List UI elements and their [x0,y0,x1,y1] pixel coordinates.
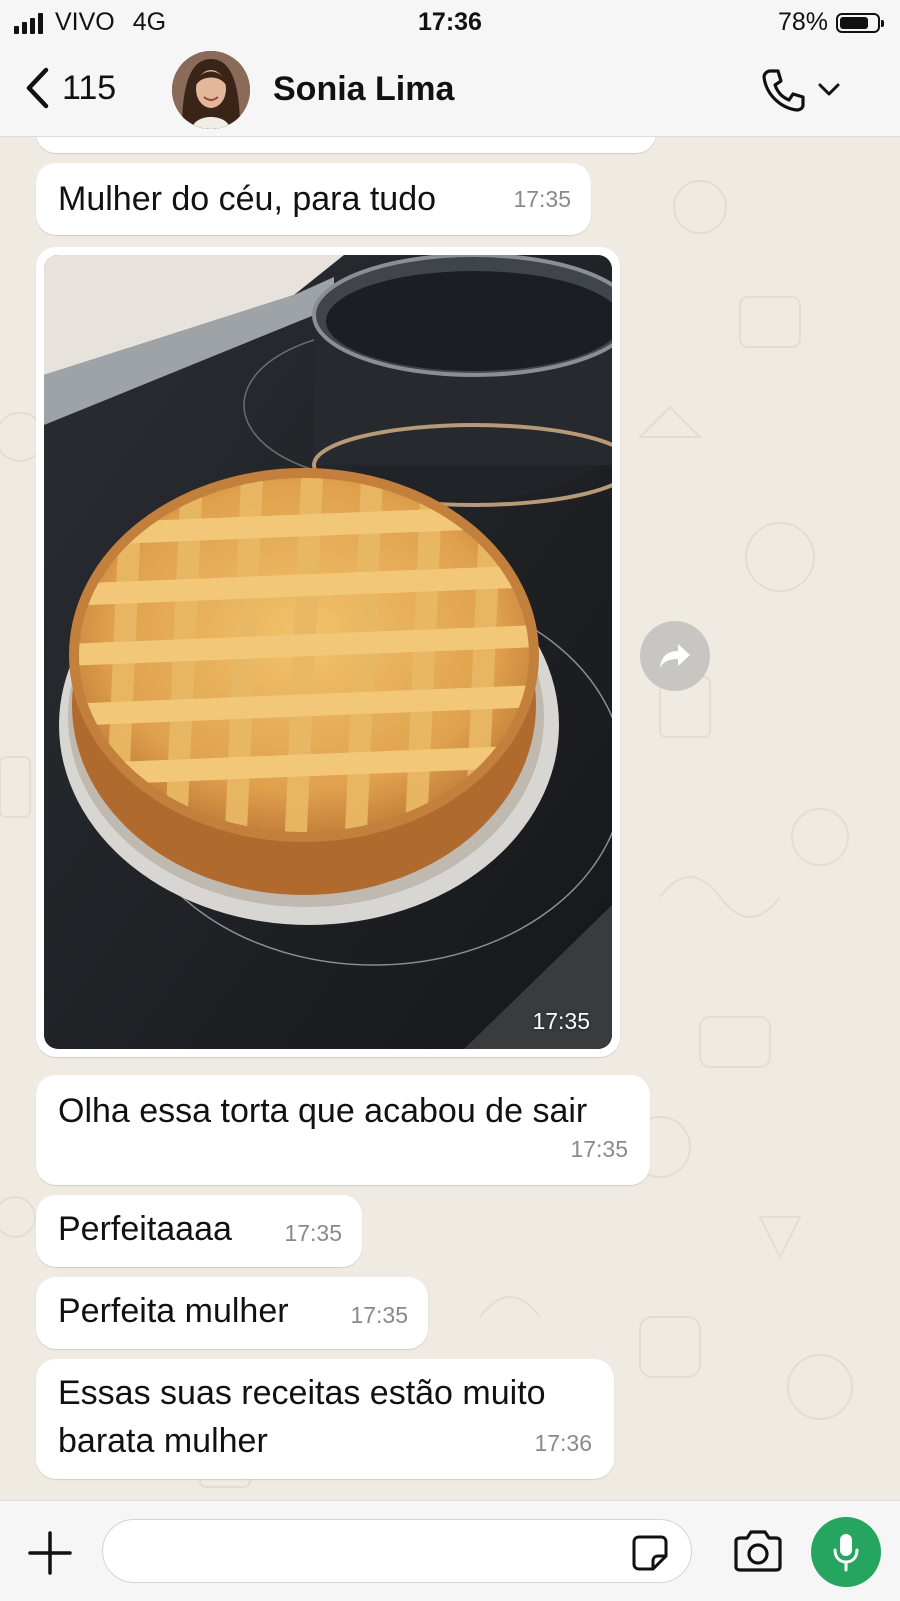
call-button[interactable] [760,66,840,114]
message-time: 17:35 [513,186,571,212]
sticker-button[interactable] [631,1534,669,1577]
chevron-left-icon [26,67,49,109]
avatar[interactable] [172,51,250,129]
message-time: 17:36 [534,1430,592,1456]
voice-record-button[interactable] [811,1517,881,1587]
image-message[interactable]: 17:35 [36,247,620,1057]
chevron-down-icon [818,83,840,96]
message-text: Mulher do céu, para tudo [58,180,437,218]
camera-button[interactable] [732,1529,784,1578]
microphone-icon [833,1534,859,1572]
status-time: 17:36 [418,8,482,36]
message-bubble-partial [36,137,656,153]
message-bubble[interactable]: Perfeita mulher 17:35 [36,1277,428,1349]
message-bubble[interactable]: Mulher do céu, para tudo 17:35 [36,163,591,235]
contact-name[interactable]: Sonia Lima [273,70,454,109]
chat-header: 115 Sonia Lima [0,44,900,137]
message-time: 17:35 [350,1302,408,1328]
message-bubble[interactable]: Essas suas receitas estão muito barata m… [36,1359,614,1479]
battery-icon [836,12,884,33]
message-input-box[interactable] [102,1519,692,1583]
status-right: 78% [777,8,884,37]
unread-count: 115 [62,68,117,107]
attach-button[interactable] [28,1531,72,1580]
image-time: 17:35 [532,1008,590,1034]
composer-bar [0,1500,900,1601]
back-button[interactable]: 115 [24,66,116,110]
message-time: 17:35 [570,1136,628,1162]
message-text: Perfeita mulher [58,1292,289,1330]
forward-button[interactable] [640,621,710,691]
message-text-line: barata mulher [58,1422,268,1460]
message-bubble[interactable]: Olha essa torta que acabou de sair 17:35 [36,1075,650,1185]
message-bubble[interactable]: Perfeitaaaa 17:35 [36,1195,362,1267]
status-bar: VIVO 4G 17:36 78% [0,0,900,44]
forward-icon [660,644,690,668]
phone-icon [762,69,805,112]
message-text-line: Essas suas receitas estão muito [58,1374,546,1412]
battery-percent: 78% [777,8,828,36]
message-text: Olha essa torta que acabou de sair [58,1092,588,1130]
message-input[interactable] [125,1530,609,1574]
plus-icon [28,1531,72,1575]
sticker-icon [632,1535,668,1571]
pie-photo[interactable]: 17:35 [44,255,612,1049]
camera-icon [734,1530,782,1572]
chat-area[interactable]: Mulher do céu, para tudo 17:35 17:35 Olh… [0,137,900,1500]
message-time: 17:35 [284,1220,342,1246]
message-text: Perfeitaaaa [58,1210,232,1248]
